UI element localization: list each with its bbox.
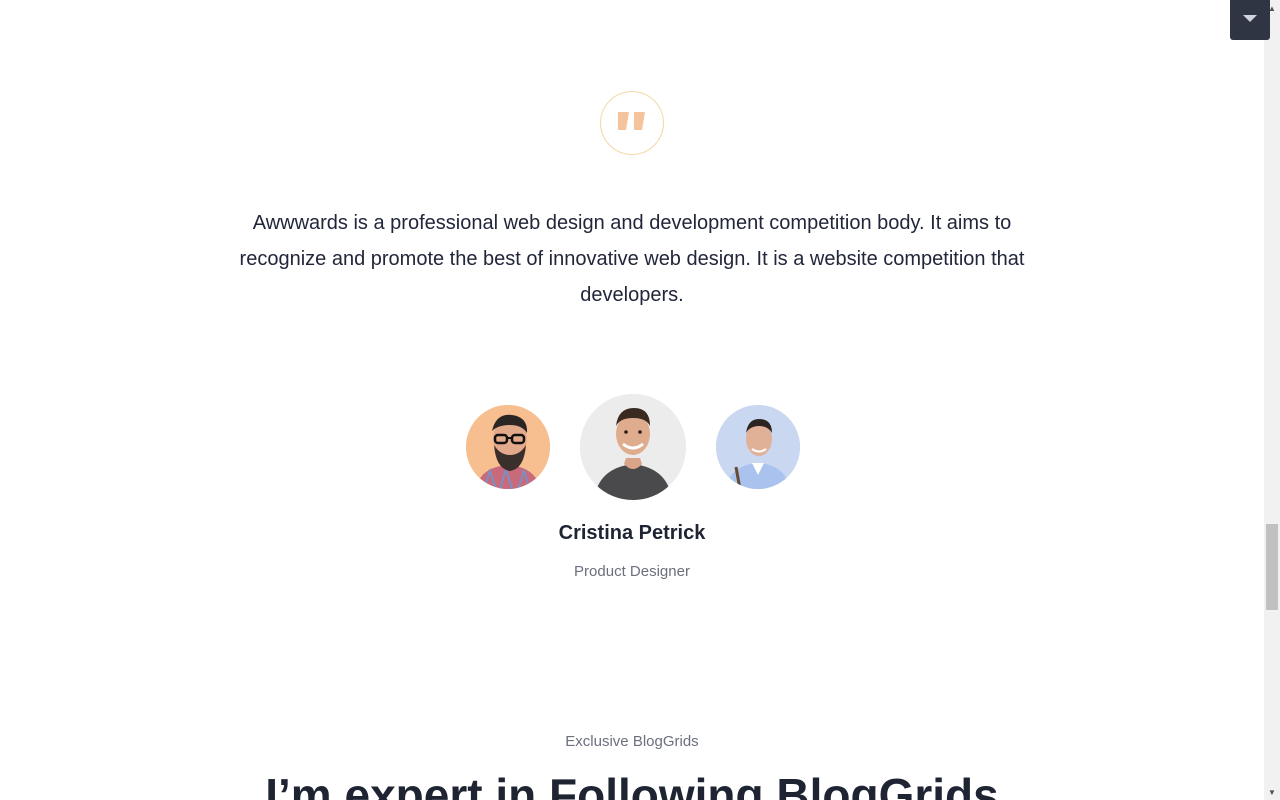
avatar-smiling-man[interactable] [580, 394, 686, 500]
quote-badge [600, 91, 664, 155]
page: Awwwards is a professional web design an… [0, 0, 1264, 800]
testimonial-text: Awwwards is a professional web design an… [239, 212, 1025, 306]
arrow-down-icon[interactable]: ▼ [1264, 784, 1280, 800]
quote-icon [617, 109, 647, 138]
section-eyebrow: Exclusive BlogGrids [565, 733, 699, 750]
avatar-bearded-man[interactable] [466, 405, 550, 489]
vertical-scrollbar[interactable]: ▲ ▼ [1264, 0, 1280, 800]
testimonial-avatars [0, 394, 1264, 504]
testimonial-author-role: Product Designer [574, 563, 690, 580]
caret-down-icon [1242, 11, 1258, 29]
testimonial-author-name: Cristina Petrick [558, 522, 706, 544]
scrollbar-thumb[interactable] [1266, 524, 1278, 610]
section-heading: I’m expert in Following BlogGrids [265, 769, 999, 800]
dropdown-toggle-button[interactable] [1230, 0, 1270, 40]
avatar-man-shirt[interactable] [716, 405, 800, 489]
